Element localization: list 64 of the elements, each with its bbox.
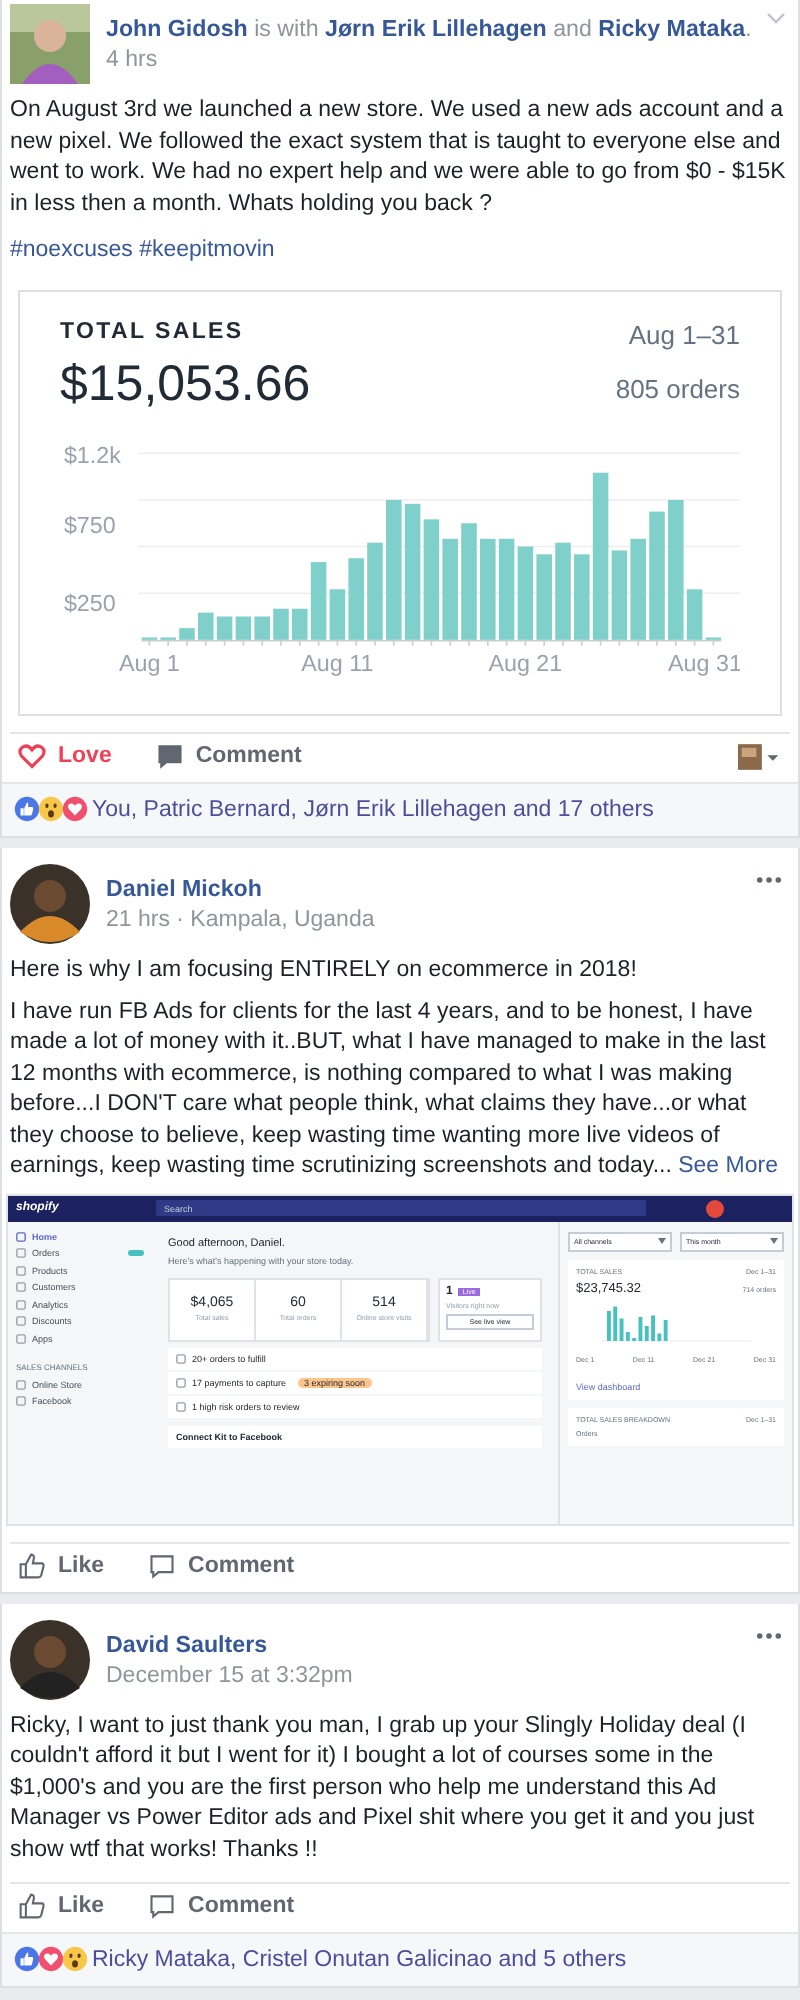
bar	[367, 542, 383, 640]
love-reaction-icon	[38, 1946, 64, 1973]
love-reaction-icon	[62, 796, 88, 823]
wow-reaction-icon	[38, 796, 64, 823]
bar	[273, 608, 289, 640]
bar	[649, 511, 665, 640]
bar	[423, 519, 440, 640]
bar	[179, 628, 195, 640]
axis-label: Aug 1	[118, 650, 180, 677]
love-button[interactable]: Love	[18, 742, 112, 771]
task-icon	[176, 1377, 186, 1388]
task-icon	[176, 1401, 186, 1412]
post-text: Here is why I am focusing ENTIRELY on ecommerce in 2018!	[10, 956, 639, 987]
post-text: I have run FB Ads for clients for the last 4 years, and to be honest, I have made a lot of money with it..BUT, what I have managed to make in the last 12 months with ecommerce, is nothing compared to what I was making before...I DON'T care what people think, what claims they have...or what they choose to believe, keep wasting time wanting more live videos of earnings, keep wasting time scrutinizing screenshots and today... See More	[10, 997, 780, 1183]
see-more-link[interactable]: See More	[678, 1154, 778, 1179]
bar	[216, 616, 233, 640]
profile-selector-icon[interactable]	[738, 743, 782, 770]
sales-amount: $15,053.66	[60, 356, 311, 414]
comment-button[interactable]: Comment	[148, 1892, 295, 1921]
thumbs-up-icon	[18, 1551, 46, 1580]
more-icon[interactable]	[756, 876, 782, 885]
bar	[517, 546, 534, 640]
bar	[461, 523, 477, 640]
comment-icon	[148, 1892, 177, 1921]
bar	[498, 538, 515, 640]
axis-label: Aug 21	[488, 650, 563, 677]
axis-label: $750	[63, 512, 116, 539]
date-range: Aug 1–31	[628, 320, 740, 350]
comment-button[interactable]: Comment	[148, 1551, 295, 1580]
post-time: 21 hrs · Kampala, Uganda	[106, 908, 375, 933]
axis-label: $1.2k	[63, 443, 121, 470]
like-button[interactable]: Like	[18, 1551, 105, 1580]
like-reaction-icon	[14, 1946, 40, 1973]
like-reaction-icon	[14, 796, 40, 823]
task-icon	[176, 1353, 186, 1364]
heart-icon	[18, 742, 46, 771]
post-time: December 15 at 3:32pm	[106, 1663, 353, 1688]
bar	[555, 542, 571, 640]
author-line: John Gidosh is with Jørn Erik Lillehagen and Ricky Mataka.	[106, 16, 752, 42]
avatar[interactable]	[10, 864, 90, 945]
author-line: Daniel Mickoh	[106, 876, 262, 903]
author-line: David Saulters	[106, 1631, 268, 1658]
hashtags[interactable]: #noexcuses #keepitmovin	[10, 234, 275, 266]
bar	[404, 503, 421, 640]
axis-label: Aug 11	[301, 650, 374, 677]
post-time: 4 hrs	[106, 48, 158, 72]
caret-icon	[658, 1238, 666, 1245]
post-text: Ricky, I want to just thank you man, I grab up your Slingly Holiday deal (I couldn't afford it but I went for it) I bought a lot of courses some in the $1,000's and you are the first person who help me understand this Ad Manager vs Power Editor ads and Pixel shit where you get it and you just show wtf that works! Thanks !!	[10, 1711, 757, 1866]
more-icon[interactable]	[756, 1631, 782, 1640]
comment-icon	[148, 1551, 177, 1580]
comment-icon	[155, 742, 184, 771]
post-text: On August 3rd we launched a new store. We used a new ads account and a new pixel. We followed the exact system that is taught to everyone else and went to work. We had no expert help and we were able to go from $0 - $15K in less then a month. Whats holding you back ?	[10, 96, 788, 219]
like-button[interactable]: Like	[18, 1892, 105, 1921]
order-count: 805 orders	[615, 374, 740, 404]
wow-reaction-icon	[62, 1946, 88, 1973]
axis-label: Aug 31	[668, 650, 740, 677]
avatar[interactable]	[10, 1619, 90, 1700]
bar	[235, 616, 252, 640]
comment-button[interactable]: Comment	[155, 742, 302, 771]
axis-label: $250	[63, 590, 116, 617]
thumbs-up-icon	[18, 1892, 46, 1921]
caret-icon	[770, 1238, 778, 1245]
card-title: TOTAL SALES	[60, 320, 246, 344]
user-avatar	[706, 1199, 724, 1218]
